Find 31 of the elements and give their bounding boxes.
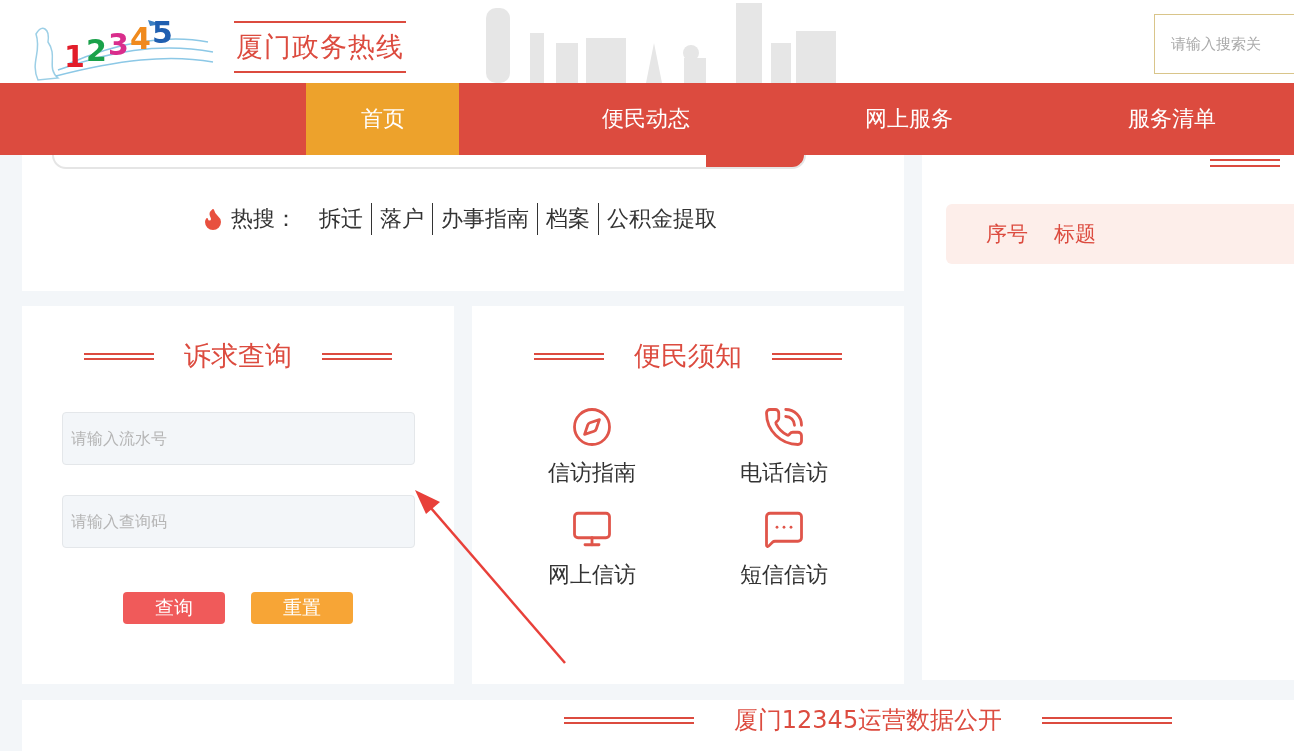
search-field[interactable]: 请输入搜索关 — [1154, 13, 1294, 74]
hot-search-link[interactable]: 落户 — [371, 203, 432, 235]
hot-search-link[interactable]: 拆迁 — [311, 203, 371, 235]
nav-tab[interactable]: 服务清单 — [1095, 83, 1248, 155]
hot-search-link[interactable]: 公积金提取 — [598, 203, 725, 235]
double-rule — [84, 352, 154, 360]
logo: 12345 — [28, 11, 218, 82]
section-title: 厦门12345运营数据公开 — [733, 706, 1003, 734]
section-title: 诉求查询 — [184, 339, 292, 373]
hot-search-label: 热搜： — [231, 205, 297, 233]
notice-link[interactable]: 短信信访 — [740, 560, 828, 590]
nav-tab[interactable]: 网上服务 — [832, 83, 985, 155]
double-rule — [1210, 159, 1280, 167]
notice-link[interactable]: 电话信访 — [740, 458, 828, 488]
nav-tab[interactable]: 便民动态 — [569, 83, 722, 155]
phone-icon[interactable] — [763, 406, 805, 448]
double-rule — [534, 352, 604, 360]
compass-icon[interactable] — [571, 406, 613, 448]
column-header: 序号 — [986, 221, 1028, 248]
double-rule — [772, 352, 842, 360]
hot-search-link[interactable]: 档案 — [537, 203, 598, 235]
search-bar[interactable] — [52, 155, 806, 169]
section-title: 便民须知 — [634, 339, 742, 373]
double-rule — [322, 352, 392, 360]
input-field[interactable]: 请输入查询码 — [61, 495, 415, 548]
notice-link[interactable]: 信访指南 — [548, 458, 636, 488]
hot-search-link[interactable]: 办事指南 — [432, 203, 537, 235]
site-title: 厦门政务热线 — [234, 20, 406, 73]
column-header: 标题 — [1054, 221, 1096, 248]
input-field[interactable]: 请输入流水号 — [61, 412, 415, 465]
notice-link[interactable]: 网上信访 — [548, 560, 636, 590]
